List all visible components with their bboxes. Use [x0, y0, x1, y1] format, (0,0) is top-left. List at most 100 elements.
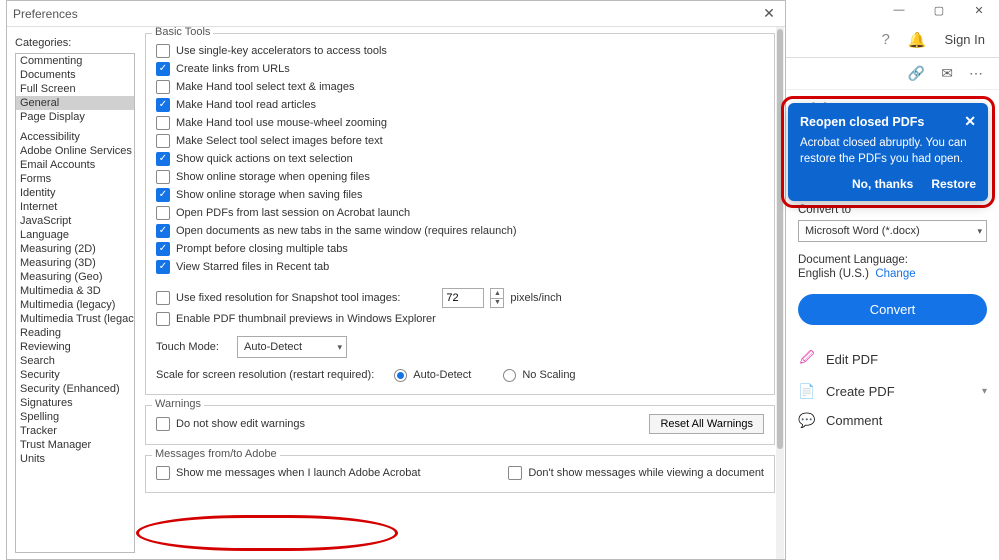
category-item[interactable]: Forms	[16, 172, 134, 186]
thumbnail-previews-row: Enable PDF thumbnail previews in Windows…	[156, 310, 764, 328]
maximize-icon[interactable]: ▢	[919, 0, 959, 20]
edit-warnings-label: Do not show edit warnings	[176, 418, 305, 430]
category-item[interactable]: Email Accounts	[16, 158, 134, 172]
category-item[interactable]: Full Screen	[16, 82, 134, 96]
touch-mode-select[interactable]: Auto-Detect	[237, 336, 347, 358]
scale-none-radio[interactable]	[503, 369, 516, 382]
edit-icon: 🖉	[798, 347, 816, 371]
notification-no-button[interactable]: No, thanks	[852, 177, 913, 191]
convert-button[interactable]: Convert	[798, 294, 987, 325]
storage-save-checkbox[interactable]	[156, 188, 170, 202]
tool-create-label: Create PDF	[826, 384, 895, 399]
host-app-pane: — ▢ ✕ ? 🔔 Sign In 🔗 ✉ ⋯ Adobe Export PDF…	[786, 0, 999, 560]
category-item[interactable]: Security (Enhanced)	[16, 382, 134, 396]
single-key-checkbox[interactable]	[156, 44, 170, 58]
select-img-checkbox[interactable]	[156, 134, 170, 148]
category-item[interactable]: Search	[16, 354, 134, 368]
reset-warnings-button[interactable]: Reset All Warnings	[649, 414, 764, 434]
option-row: Show online storage when saving files	[156, 186, 764, 204]
category-item[interactable]: Accessibility	[16, 130, 134, 144]
category-item[interactable]: General	[16, 96, 134, 110]
hand-articles-checkbox[interactable]	[156, 98, 170, 112]
touch-mode-label: Touch Mode:	[156, 341, 219, 353]
option-row: Use single-key accelerators to access to…	[156, 42, 764, 60]
category-item[interactable]: JavaScript	[16, 214, 134, 228]
doclang-label: Document Language:	[798, 254, 987, 266]
change-lang-link[interactable]: Change	[875, 268, 915, 280]
category-item[interactable]: Spelling	[16, 410, 134, 424]
sign-in-link[interactable]: Sign In	[945, 32, 985, 47]
share-icon[interactable]: 🔗	[908, 65, 925, 82]
tool-edit-pdf[interactable]: 🖉 Edit PDF	[798, 341, 987, 377]
category-item[interactable]: Reviewing	[16, 340, 134, 354]
open-last-label: Open PDFs from last session on Acrobat l…	[176, 207, 410, 219]
category-item[interactable]: Measuring (3D)	[16, 256, 134, 270]
category-item[interactable]: Page Display	[16, 110, 134, 124]
convert-to-select[interactable]: Microsoft Word (*.docx)	[798, 220, 987, 242]
thumbnail-previews-label: Enable PDF thumbnail previews in Windows…	[176, 313, 436, 325]
category-item[interactable]: Documents	[16, 68, 134, 82]
category-item[interactable]: Internet	[16, 200, 134, 214]
chevron-down-icon: ▾	[982, 386, 987, 397]
open-last-checkbox[interactable]	[156, 206, 170, 220]
create-links-label: Create links from URLs	[176, 63, 290, 75]
mail-icon[interactable]: ✉	[941, 65, 953, 82]
options-icon[interactable]: ⋯	[969, 65, 983, 82]
snapshot-resolution-input[interactable]	[442, 288, 484, 308]
edit-warnings-checkbox[interactable]	[156, 417, 170, 431]
launch-messages-checkbox[interactable]	[156, 466, 170, 480]
launch-messages-label: Show me messages when I launch Adobe Acr…	[176, 467, 421, 479]
scale-row: Scale for screen resolution (restart req…	[156, 366, 764, 384]
category-item[interactable]: Commenting	[16, 54, 134, 68]
prompt-close-checkbox[interactable]	[156, 242, 170, 256]
settings-column: Basic Tools Use single-key accelerators …	[135, 27, 785, 559]
notification-title: Reopen closed PDFs	[800, 115, 924, 129]
category-item[interactable]: Multimedia & 3D	[16, 284, 134, 298]
bell-icon[interactable]: 🔔	[908, 31, 927, 49]
notification-close-icon[interactable]: ✕	[956, 113, 976, 130]
single-key-label: Use single-key accelerators to access to…	[176, 45, 387, 57]
window-close-icon[interactable]: ✕	[959, 0, 999, 20]
category-item[interactable]: Measuring (2D)	[16, 242, 134, 256]
category-item[interactable]: Reading	[16, 326, 134, 340]
category-item[interactable]: Tracker	[16, 424, 134, 438]
category-item[interactable]: Multimedia Trust (legacy)	[16, 312, 134, 326]
hand-wheel-checkbox[interactable]	[156, 116, 170, 130]
category-item[interactable]: Signatures	[16, 396, 134, 410]
tool-comment[interactable]: 💬 Comment	[798, 406, 987, 435]
storage-open-checkbox[interactable]	[156, 170, 170, 184]
category-item[interactable]: Multimedia (legacy)	[16, 298, 134, 312]
category-item[interactable]: Security	[16, 368, 134, 382]
minimize-icon[interactable]: —	[879, 0, 919, 20]
option-row: Make Hand tool select text & images	[156, 78, 764, 96]
hand-select-checkbox[interactable]	[156, 80, 170, 94]
category-item[interactable]: Units	[16, 452, 134, 466]
category-item[interactable]: Trust Manager	[16, 438, 134, 452]
basic-tools-group: Basic Tools Use single-key accelerators …	[145, 33, 775, 395]
option-row: Open PDFs from last session on Acrobat l…	[156, 204, 764, 222]
categories-list[interactable]: CommentingDocumentsFull ScreenGeneralPag…	[15, 53, 135, 553]
snapshot-stepper[interactable]: ▲▼	[490, 288, 504, 308]
thumbnail-previews-checkbox[interactable]	[156, 312, 170, 326]
category-item[interactable]: Language	[16, 228, 134, 242]
fixed-resolution-checkbox[interactable]	[156, 291, 170, 305]
quick-actions-checkbox[interactable]	[156, 152, 170, 166]
notification-restore-button[interactable]: Restore	[931, 177, 976, 191]
scale-auto-radio[interactable]	[394, 369, 407, 382]
tool-create-pdf[interactable]: 📄 Create PDF ▾	[798, 377, 987, 406]
option-row: Create links from URLs	[156, 60, 764, 78]
category-item[interactable]: Adobe Online Services	[16, 144, 134, 158]
annotation-box: Reopen closed PDFs ✕ Acrobat closed abru…	[781, 96, 995, 208]
basic-tools-legend: Basic Tools	[152, 27, 213, 38]
window-controls: — ▢ ✕	[879, 0, 999, 20]
close-icon[interactable]: ✕	[759, 4, 779, 24]
adobe-messages-legend: Messages from/to Adobe	[152, 448, 280, 460]
category-item[interactable]: Measuring (Geo)	[16, 270, 134, 284]
help-icon[interactable]: ?	[881, 31, 889, 48]
category-item[interactable]: Identity	[16, 186, 134, 200]
viewing-messages-checkbox[interactable]	[508, 466, 522, 480]
reopen-pdfs-notification: Reopen closed PDFs ✕ Acrobat closed abru…	[788, 103, 988, 201]
create-links-checkbox[interactable]	[156, 62, 170, 76]
new-tabs-checkbox[interactable]	[156, 224, 170, 238]
view-starred-checkbox[interactable]	[156, 260, 170, 274]
